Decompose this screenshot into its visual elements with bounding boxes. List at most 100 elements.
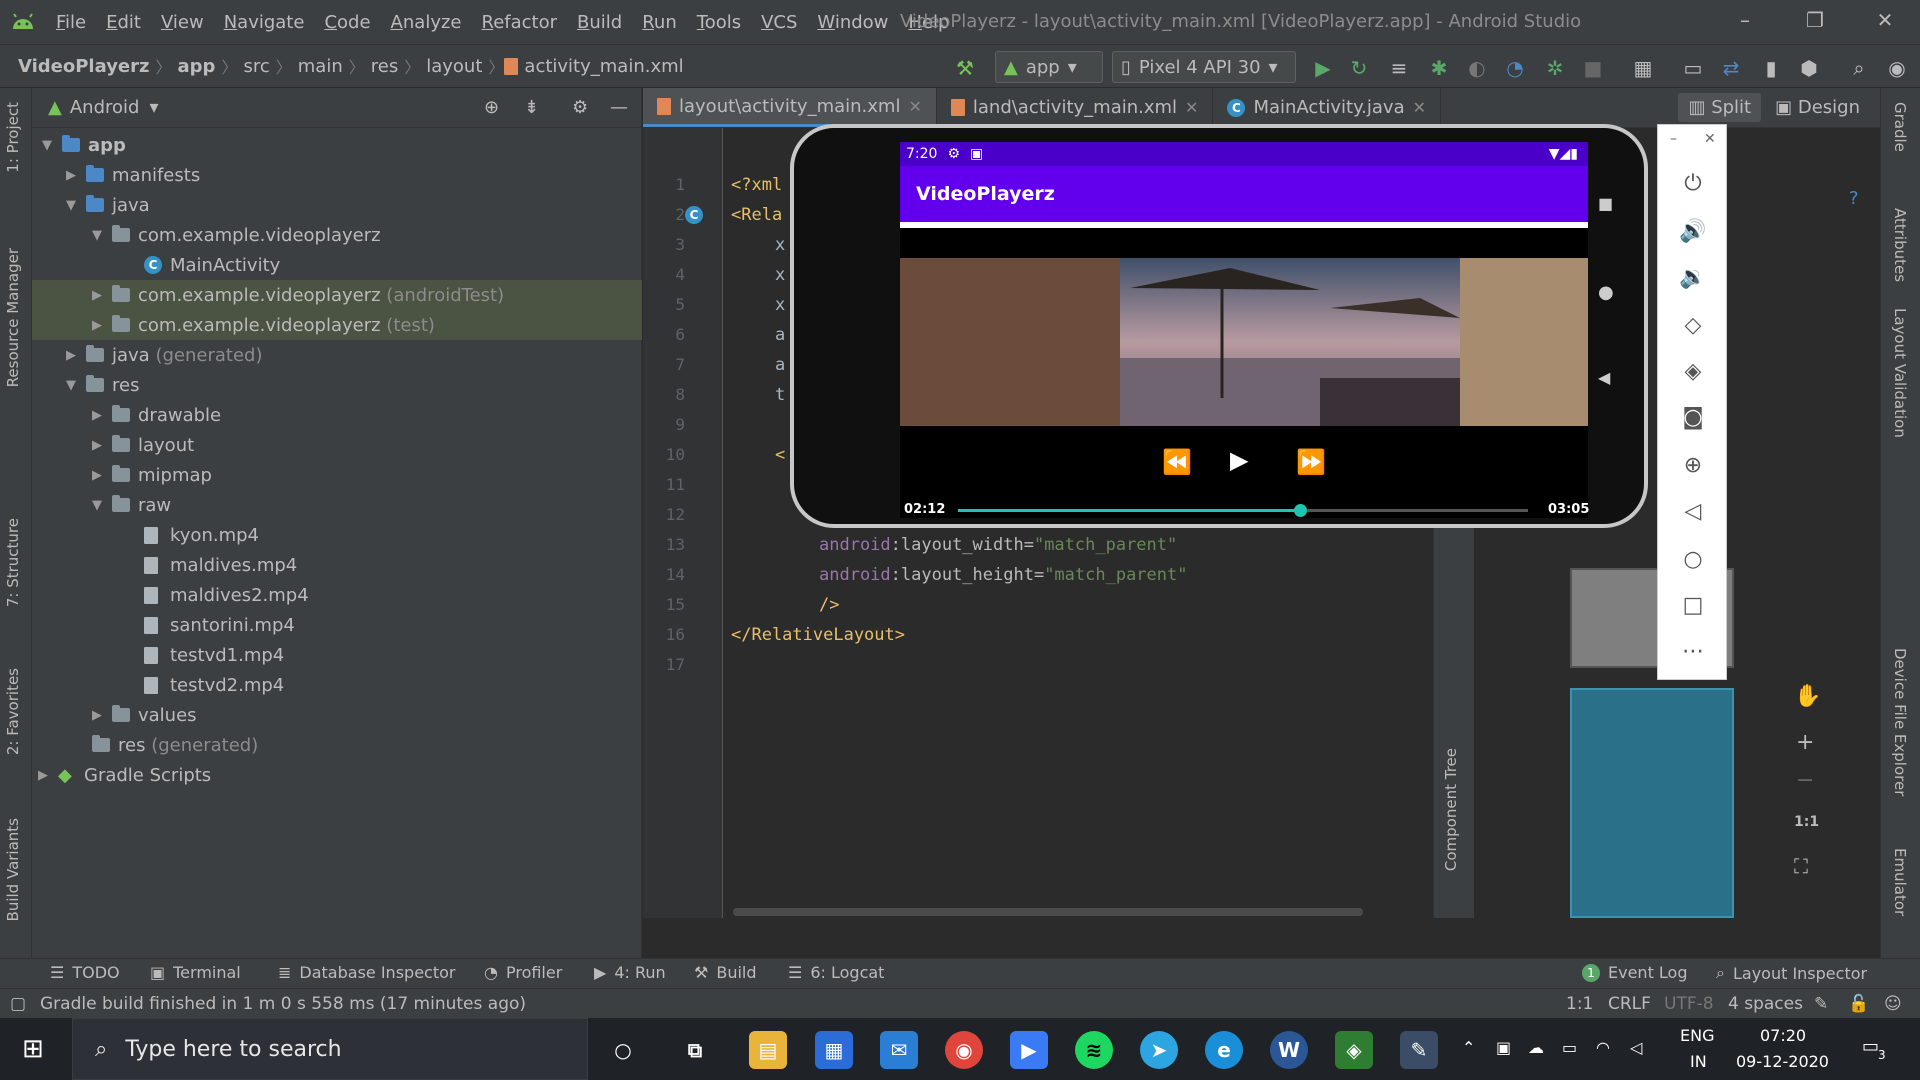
menu-vcs[interactable]: VCS [751,12,807,33]
breadcrumb-layout[interactable]: layout [420,56,488,77]
inspector-hat-icon[interactable]: ☺ [1884,994,1902,1014]
stop-icon[interactable]: ■ [1580,55,1606,81]
apply-code-changes-icon[interactable]: ≡ [1386,55,1412,81]
help-icon[interactable]: ? [1849,188,1859,209]
device-manager-icon[interactable]: ▮ [1758,55,1784,81]
tool-layout-inspector[interactable]: ⌕ Layout Inspector [1716,963,1867,983]
class-gutter-icon[interactable]: C [685,206,703,224]
expanded-arrow-icon[interactable]: ▼ [92,228,112,243]
close-tab-icon[interactable]: ✕ [908,97,921,116]
tree-item-raw[interactable]: ▼ raw [92,490,171,520]
tab-structure[interactable]: 7: Structure [4,518,22,607]
tree-item-java[interactable]: ▼ java [66,190,150,220]
tree-item-file[interactable]: testvd2.mp4 [144,670,284,700]
tree-item-gradle-scripts[interactable]: ▶ ◆ Gradle Scripts [38,760,211,790]
menu-navigate[interactable]: Navigate [214,12,315,33]
tab-layout-validation[interactable]: Layout Validation [1891,308,1909,438]
close-tab-icon[interactable]: ✕ [1185,98,1198,117]
menu-run[interactable]: Run [632,12,687,33]
tree-item-file[interactable]: santorini.mp4 [144,610,295,640]
tree-item-package-test[interactable]: ▶ com.example.videoplayerz (test) [92,310,435,340]
tool-terminal[interactable]: ▣ Terminal [150,963,241,982]
blueprint-preview[interactable] [1570,688,1734,918]
gear-icon[interactable]: ⚙ [572,97,588,118]
expanded-arrow-icon[interactable]: ▼ [42,138,62,153]
zoom-fit-icon[interactable]: ⛶ [1794,854,1808,878]
horizontal-scrollbar[interactable] [733,908,1363,916]
project-view-select[interactable]: Android [70,97,140,118]
tree-item-file[interactable]: maldives2.mp4 [144,580,309,610]
play-icon[interactable]: ▶ [1230,446,1248,474]
tool-profiler[interactable]: ◔ Profiler [484,963,562,982]
collapsed-arrow-icon[interactable]: ▶ [66,168,86,183]
zoom-app-icon[interactable]: ▶ [1010,1031,1048,1069]
rewind-icon[interactable]: ⏪ [1162,448,1192,476]
tray-device-icon[interactable]: ▣ [1496,1038,1511,1057]
indent-setting[interactable]: 4 spaces [1728,994,1803,1014]
zoom-actual-size-button[interactable]: 1:1 [1794,814,1819,830]
taskbar-search[interactable]: ⌕ Type here to search [72,1018,588,1080]
menu-edit[interactable]: Edit [96,12,151,33]
overview-square-icon[interactable]: □ [1658,585,1728,625]
onedrive-icon[interactable]: ☁ [1528,1038,1544,1057]
collapsed-arrow-icon[interactable]: ▶ [92,438,112,453]
collapsed-arrow-icon[interactable]: ▶ [92,318,112,333]
emulator-minimize-icon[interactable]: – [1670,131,1677,147]
tab-gradle[interactable]: Gradle [1891,102,1909,152]
camera-icon[interactable]: ◙ [1658,397,1728,437]
status-message[interactable]: Gradle build finished in 1 m 0 s 558 ms … [40,994,526,1014]
tree-item-res-generated[interactable]: res (generated) [86,730,258,760]
rotate-left-icon[interactable]: ◇ [1658,305,1728,345]
menu-code[interactable]: Code [314,12,380,33]
line-separator[interactable]: CRLF [1608,994,1651,1014]
menu-file[interactable]: File [46,12,96,33]
debug-bug-icon[interactable]: ✱ [1426,55,1452,81]
clock-date[interactable]: 09-12-2020 [1736,1052,1829,1071]
nav-back-icon[interactable]: ◀ [1598,368,1610,387]
profile-icon[interactable]: ◔ [1502,55,1528,81]
minimize-button[interactable]: – [1715,8,1775,32]
tree-item-package[interactable]: ▼ com.example.videoplayerz [92,220,381,250]
tool-build[interactable]: ⚒ Build [694,963,757,982]
menu-analyze[interactable]: Analyze [381,12,472,33]
language-bottom[interactable]: IN [1690,1052,1707,1071]
zoom-out-icon[interactable]: − [1796,768,1814,793]
mail-icon[interactable]: ✉ [880,1031,918,1069]
chevron-down-icon[interactable]: ▾ [149,97,158,118]
design-view-button[interactable]: ▣ Design [1775,97,1860,118]
tab-layout-activity-main[interactable]: layout\activity_main.xml ✕ [643,88,937,127]
collapsed-arrow-icon[interactable]: ▶ [92,408,112,423]
tree-item-file[interactable]: testvd1.mp4 [144,640,284,670]
make-project-hammer-icon[interactable]: ⚒ [952,55,978,81]
paint-icon[interactable]: ✎ [1400,1031,1438,1069]
sync-gradle-icon[interactable]: ⇄ [1718,55,1744,81]
close-tab-icon[interactable]: ✕ [1413,98,1426,117]
rotate-right-icon[interactable]: ◈ [1658,351,1728,391]
tab-mainactivity-java[interactable]: C MainActivity.java ✕ [1213,88,1442,127]
tab-device-file-explorer[interactable]: Device File Explorer [1891,648,1909,796]
cortana-icon[interactable]: ○ [604,1031,642,1069]
back-triangle-icon[interactable]: ◁ [1658,491,1728,531]
tab-build-variants[interactable]: Build Variants [4,818,22,921]
edge-icon[interactable]: e [1205,1031,1243,1069]
tree-item-mainactivity[interactable]: C MainActivity [144,250,280,280]
clock-time[interactable]: 07:20 [1760,1026,1806,1045]
tree-item-layout[interactable]: ▶ layout [92,430,194,460]
file-explorer-icon[interactable]: ▤ [749,1031,787,1069]
expanded-arrow-icon[interactable]: ▼ [66,378,86,393]
tree-item-res[interactable]: ▼ res [66,370,139,400]
tree-item-values[interactable]: ▶ values [92,700,197,730]
attach-debugger-icon[interactable]: ✲ [1542,55,1568,81]
device-select[interactable]: ▯ Pixel 4 API 30 ▾ [1112,51,1296,83]
run-config-select[interactable]: ▲ app ▾ [995,51,1103,83]
breadcrumb-module[interactable]: app [172,56,222,77]
tab-component-tree[interactable]: Component Tree [1442,748,1460,871]
menu-refactor[interactable]: Refactor [472,12,568,33]
tool-logcat[interactable]: ☰ 6: Logcat [788,963,884,982]
tool-todo[interactable]: ☰ TODO [50,963,120,982]
task-view-icon[interactable]: ⧉ [676,1031,714,1069]
pan-hand-icon[interactable]: ✋ [1794,684,1821,709]
collapsed-arrow-icon[interactable]: ▶ [38,768,58,783]
tab-resource-manager[interactable]: Resource Manager [4,248,22,387]
menu-tools[interactable]: Tools [687,12,751,33]
